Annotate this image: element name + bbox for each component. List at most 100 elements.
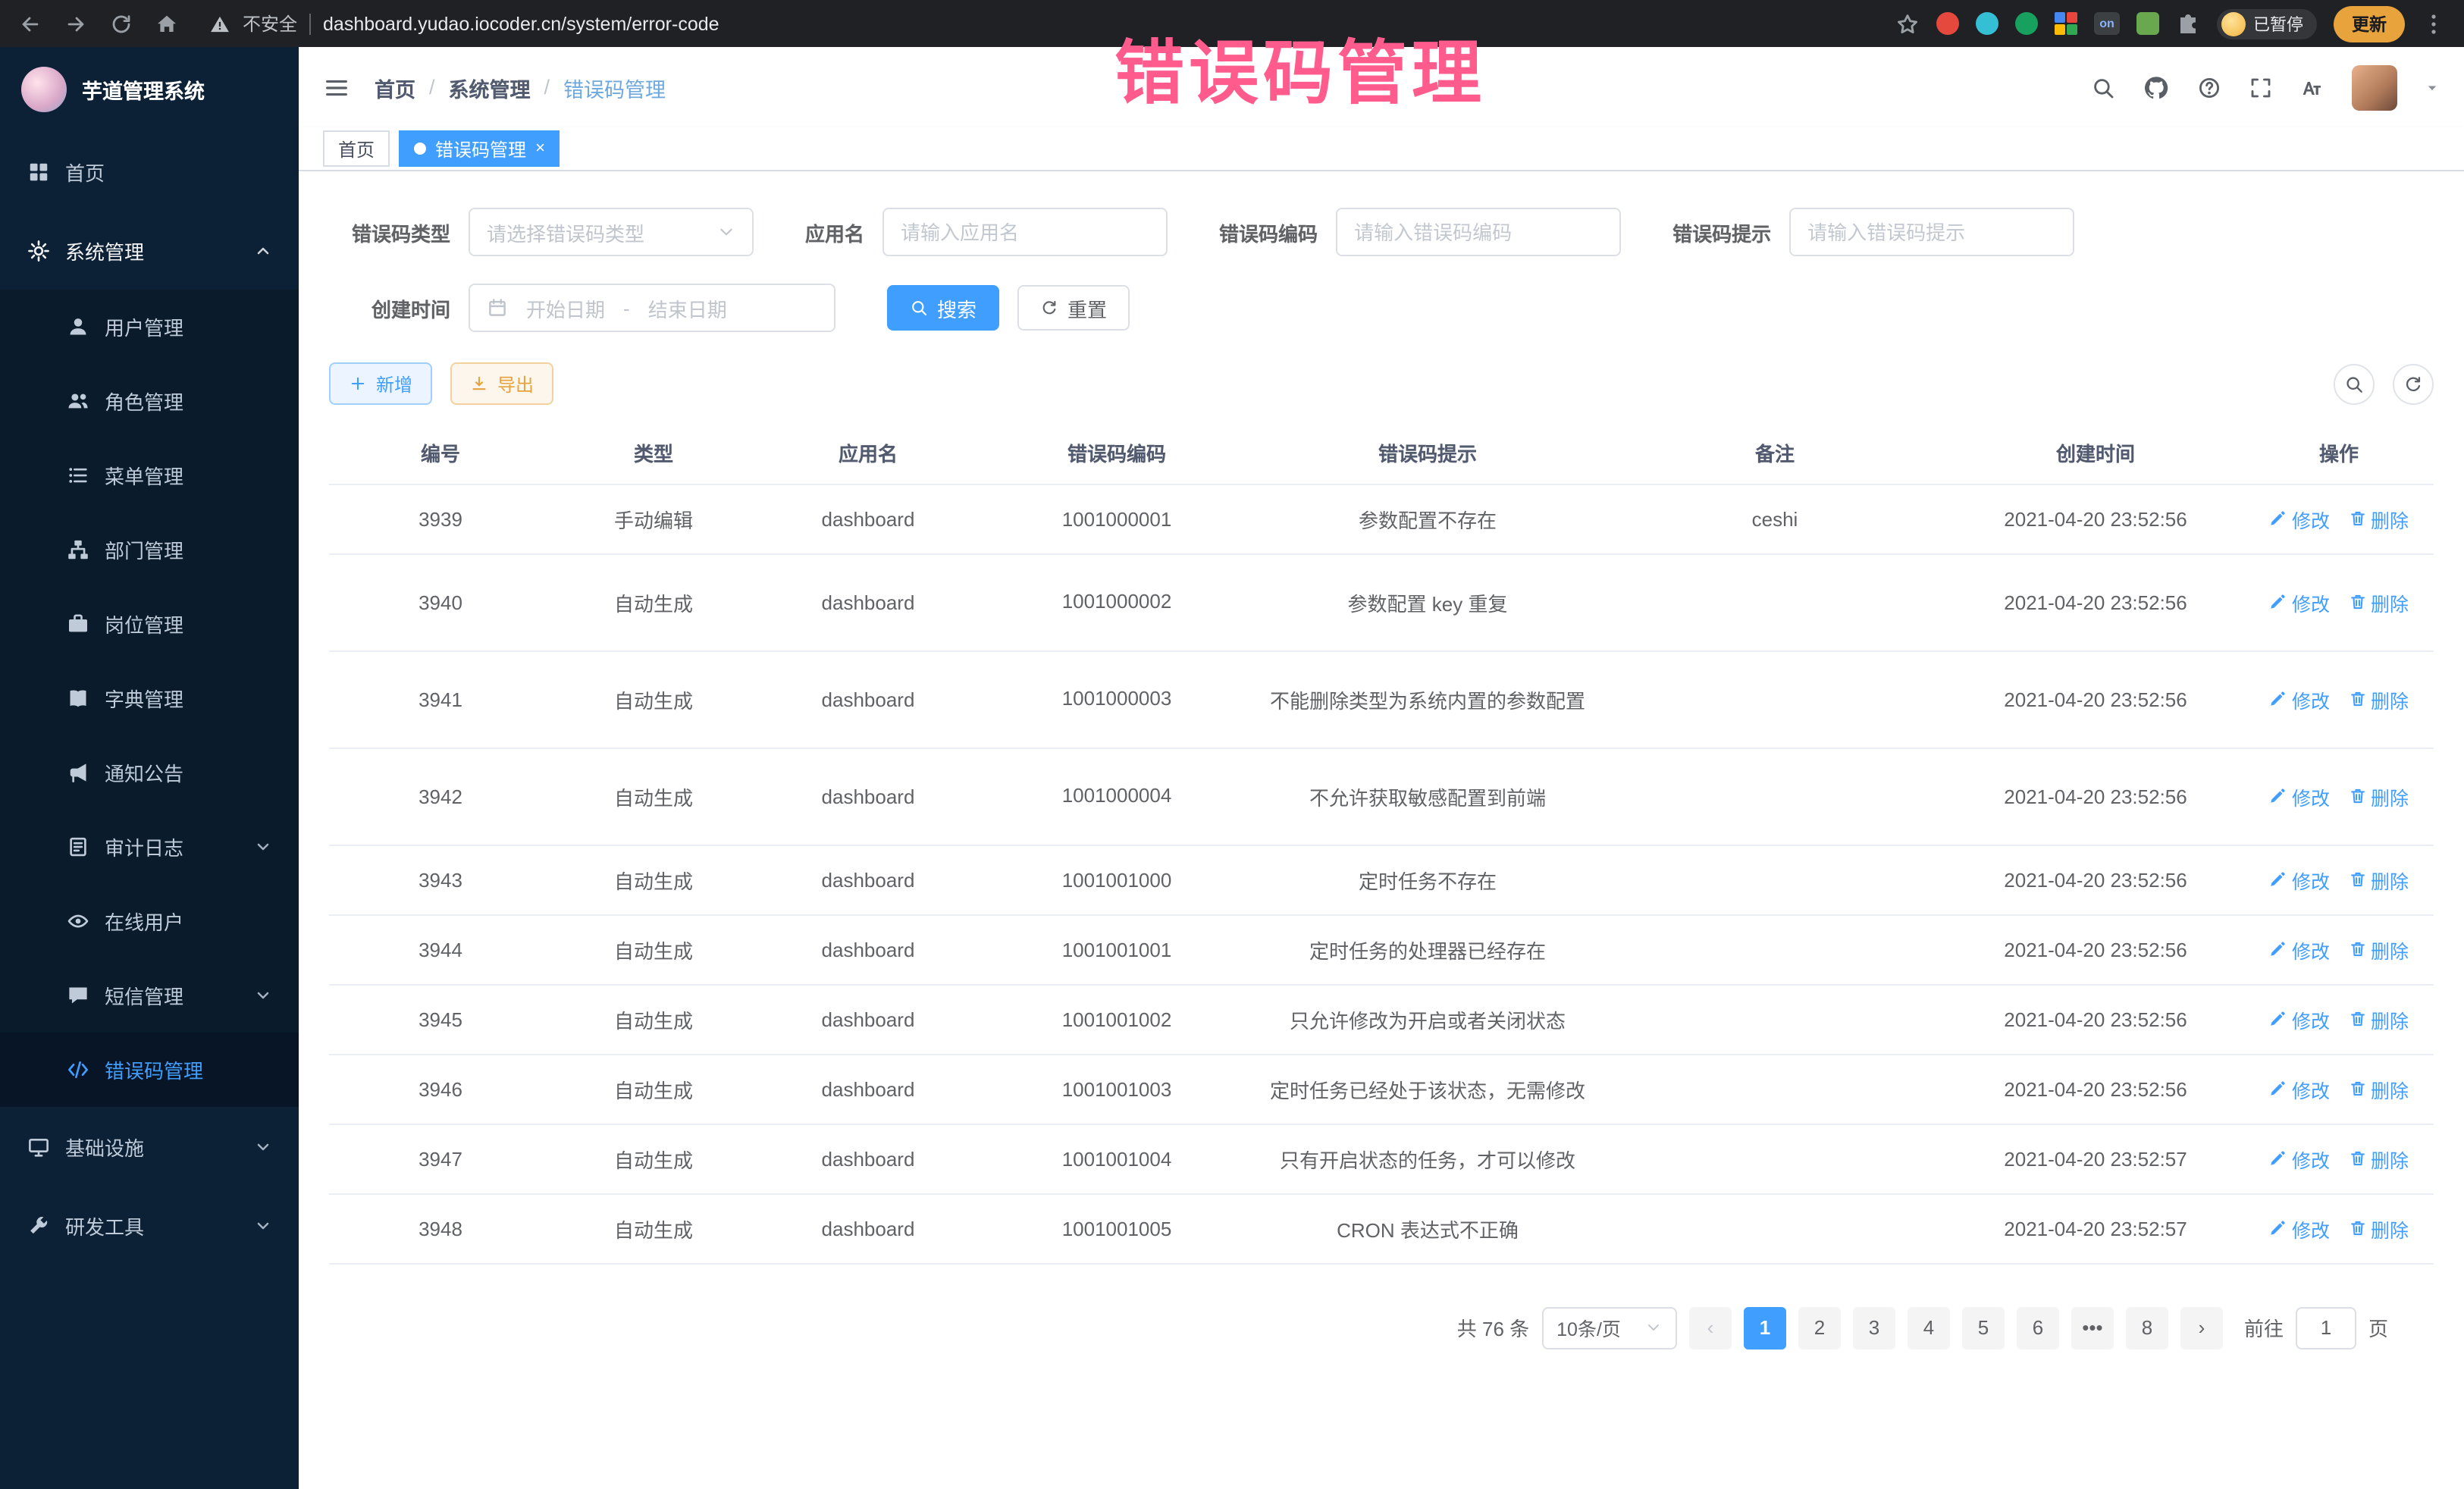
extension-leaf-icon[interactable] — [2136, 12, 2159, 35]
delete-button[interactable]: 删除 — [2348, 782, 2409, 810]
sidebar-item-infrastructure[interactable]: 基础设施 — [0, 1107, 299, 1186]
export-button[interactable]: 导出 — [450, 362, 553, 405]
github-icon[interactable] — [2143, 74, 2170, 101]
sidebar-item-dept-management[interactable]: 部门管理 — [0, 513, 299, 587]
app-name-input[interactable] — [882, 208, 1168, 256]
toggle-search-button[interactable] — [2334, 363, 2375, 404]
sidebar: 芋道管理系统 首页系统管理用户管理角色管理菜单管理部门管理岗位管理字典管理通知公… — [0, 47, 299, 1489]
browser-update-button[interactable]: 更新 — [2334, 5, 2405, 42]
page-button-6[interactable]: 6 — [2017, 1306, 2059, 1349]
user-avatar[interactable] — [2352, 64, 2397, 110]
browser-back-icon[interactable] — [18, 11, 42, 36]
breadcrumb-item[interactable]: 错误码管理 — [563, 72, 666, 102]
edit-button[interactable]: 修改 — [2269, 685, 2330, 713]
extension-grid-icon[interactable] — [2055, 12, 2077, 35]
delete-button[interactable]: 删除 — [2348, 1144, 2409, 1173]
extension-drop-icon[interactable] — [1976, 12, 1998, 35]
edit-button[interactable]: 修改 — [2269, 1214, 2330, 1243]
goto-page-input[interactable] — [2296, 1306, 2356, 1349]
delete-button[interactable]: 删除 — [2348, 504, 2409, 533]
sidebar-item-user-management[interactable]: 用户管理 — [0, 290, 299, 364]
profile-chip[interactable]: 已暂停 — [2217, 8, 2317, 39]
delete-button[interactable]: 删除 — [2348, 1214, 2409, 1243]
delete-button[interactable]: 删除 — [2348, 685, 2409, 713]
delete-button[interactable]: 删除 — [2348, 865, 2409, 894]
more-pages-button[interactable]: ••• — [2071, 1306, 2114, 1349]
cell-type: 自动生成 — [552, 1124, 755, 1193]
sidebar-item-role-management[interactable]: 角色管理 — [0, 364, 299, 438]
browser-reload-icon[interactable] — [109, 11, 133, 36]
fullscreen-icon[interactable] — [2249, 75, 2273, 99]
reset-button[interactable]: 重置 — [1017, 285, 1130, 331]
extension-on-icon[interactable]: on — [2094, 12, 2120, 35]
page-size-select[interactable]: 10条/页 — [1541, 1306, 1677, 1349]
page-button-4[interactable]: 4 — [1908, 1306, 1950, 1349]
error-hint-input[interactable] — [1789, 208, 2074, 256]
header-search-icon[interactable] — [2091, 75, 2115, 99]
sidebar-item-audit-log[interactable]: 审计日志 — [0, 810, 299, 884]
edit-button[interactable]: 修改 — [2269, 935, 2330, 964]
address-separator — [309, 13, 311, 34]
edit-button[interactable]: 修改 — [2269, 1005, 2330, 1033]
edit-button[interactable]: 修改 — [2269, 782, 2330, 810]
page-button-8[interactable]: 8 — [2126, 1306, 2168, 1349]
menu-tree-icon — [67, 464, 89, 487]
error-type-select[interactable]: 请选择错误码类型 — [469, 208, 754, 256]
tab-active[interactable]: 错误码管理× — [399, 130, 560, 167]
date-range-picker[interactable]: 开始日期 - 结束日期 — [469, 284, 835, 332]
browser-forward-icon[interactable] — [64, 11, 88, 36]
sidebar-item-dev-tools[interactable]: 研发工具 — [0, 1186, 299, 1265]
page-button-1[interactable]: 1 — [1744, 1306, 1786, 1349]
breadcrumb-item[interactable]: 系统管理 — [449, 72, 531, 102]
page-button-3[interactable]: 3 — [1853, 1306, 1895, 1349]
org-icon — [67, 538, 89, 561]
help-icon[interactable] — [2197, 75, 2221, 99]
edit-button[interactable]: 修改 — [2269, 504, 2330, 533]
sidebar-item-sms-management[interactable]: 短信管理 — [0, 958, 299, 1033]
tab-item[interactable]: 首页 — [323, 130, 390, 167]
sidebar-item-menu-management[interactable]: 菜单管理 — [0, 438, 299, 513]
sidebar-item-post-management[interactable]: 岗位管理 — [0, 587, 299, 661]
cell-remark — [1603, 553, 1947, 650]
search-button[interactable]: 搜索 — [887, 285, 999, 331]
delete-button[interactable]: 删除 — [2348, 1005, 2409, 1033]
edit-button[interactable]: 修改 — [2269, 865, 2330, 894]
sidebar-item-online-users[interactable]: 在线用户 — [0, 884, 299, 958]
extension-adblock-icon[interactable] — [1936, 12, 1959, 35]
error-code-input[interactable] — [1336, 208, 1621, 256]
extension-v-icon[interactable] — [2015, 12, 2038, 35]
browser-menu-icon[interactable] — [2422, 11, 2446, 36]
page-button-2[interactable]: 2 — [1798, 1306, 1841, 1349]
sidebar-toggle-icon[interactable] — [323, 74, 350, 101]
cell-remark — [1603, 1193, 1947, 1263]
cell-actions: 修改删除 — [2244, 1124, 2434, 1193]
sidebar-item-system-management[interactable]: 系统管理 — [0, 211, 299, 290]
next-page-button[interactable]: › — [2180, 1306, 2223, 1349]
extensions-puzzle-icon[interactable] — [2176, 11, 2200, 36]
delete-button[interactable]: 删除 — [2348, 588, 2409, 616]
close-tab-icon[interactable]: × — [535, 140, 545, 157]
edit-button[interactable]: 修改 — [2269, 1144, 2330, 1173]
delete-button[interactable]: 删除 — [2348, 1074, 2409, 1103]
user-menu-caret-icon[interactable] — [2425, 80, 2440, 95]
sidebar-item-dict-management[interactable]: 字典管理 — [0, 661, 299, 735]
app-logo[interactable]: 芋道管理系统 — [0, 47, 299, 132]
edit-button[interactable]: 修改 — [2269, 1074, 2330, 1103]
cell-app: dashboard — [755, 553, 981, 650]
sidebar-item-notice-announcement[interactable]: 通知公告 — [0, 735, 299, 810]
delete-button[interactable]: 删除 — [2348, 935, 2409, 964]
browser-home-icon[interactable] — [155, 11, 179, 36]
refresh-table-button[interactable] — [2393, 363, 2434, 404]
add-button[interactable]: 新增 — [329, 362, 432, 405]
address-bar[interactable]: 不安全 dashboard.yudao.iocoder.cn/system/er… — [209, 11, 719, 36]
chevron-down-icon — [255, 839, 271, 855]
font-size-icon[interactable] — [2300, 75, 2324, 99]
sidebar-item-home[interactable]: 首页 — [0, 132, 299, 211]
edit-button[interactable]: 修改 — [2269, 588, 2330, 616]
bookmark-star-icon[interactable] — [1895, 11, 1920, 36]
cell-remark — [1603, 748, 1947, 845]
breadcrumb-item[interactable]: 首页 — [375, 72, 415, 102]
page-button-5[interactable]: 5 — [1962, 1306, 2005, 1349]
prev-page-button[interactable]: ‹ — [1689, 1306, 1732, 1349]
sidebar-item-error-code-management[interactable]: 错误码管理 — [0, 1033, 299, 1107]
